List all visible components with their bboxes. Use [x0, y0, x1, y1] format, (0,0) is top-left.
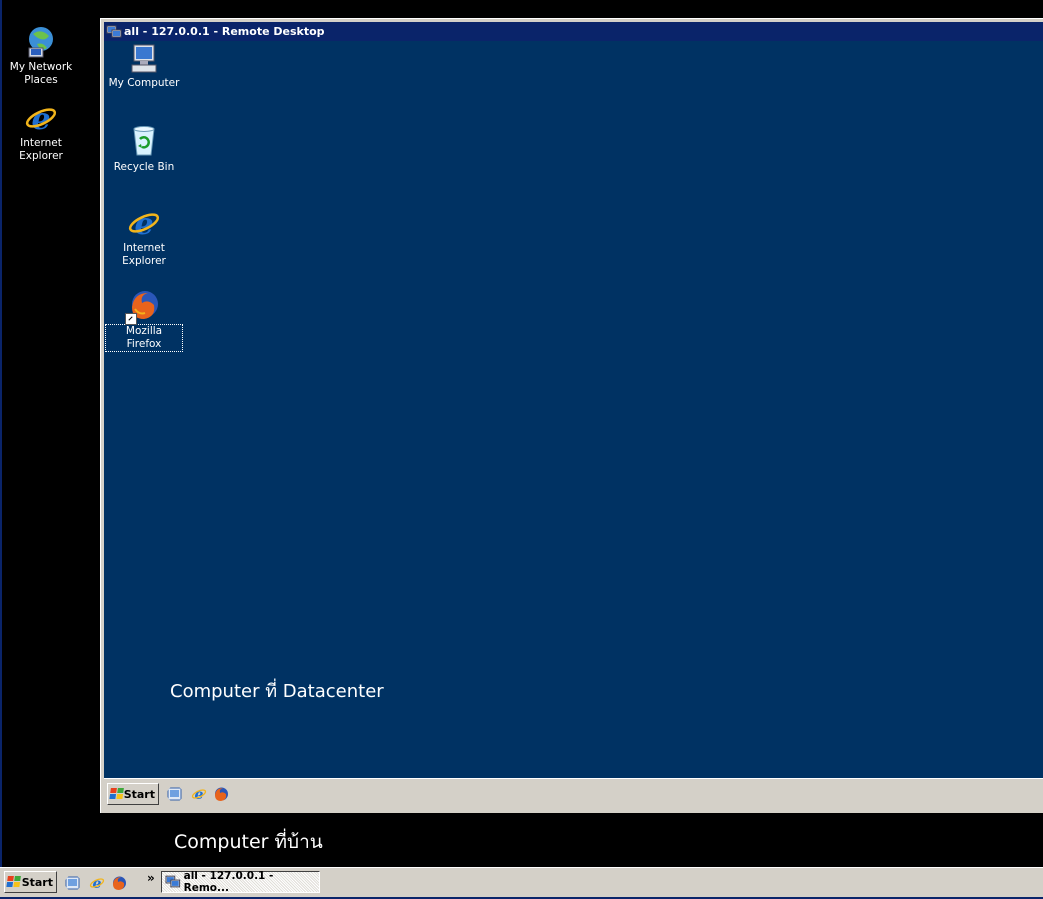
remote-desktop-screen[interactable]: My Computer Recycle Bin e Internet Explo…	[104, 41, 1043, 778]
desktop-icon-internet-explorer[interactable]: e Internet Explorer	[2, 100, 80, 163]
shortcut-arrow-icon	[125, 313, 137, 325]
show-desktop-icon[interactable]	[167, 786, 183, 802]
host-start-button[interactable]: Start	[4, 871, 57, 893]
svg-text:e: e	[93, 876, 102, 891]
show-desktop-icon[interactable]	[65, 875, 81, 891]
desktop-icon-label: My Computer	[108, 77, 180, 89]
host-taskbar: Start e » all - 127.0.0.1 - Remo...	[0, 867, 1043, 899]
start-label: Start	[21, 875, 53, 889]
remote-start-button[interactable]: Start	[107, 783, 159, 805]
windows-logo-icon	[109, 787, 124, 801]
remote-taskbar: Start e	[104, 778, 1043, 810]
firefox-icon[interactable]	[213, 786, 229, 802]
firefox-icon[interactable]	[111, 875, 127, 891]
svg-text:e: e	[195, 787, 204, 802]
taskbar-button-remote-desktop[interactable]: all - 127.0.0.1 - Remo...	[161, 870, 320, 894]
task-button-label: all - 127.0.0.1 - Remo...	[183, 870, 274, 894]
network-places-icon	[23, 24, 59, 60]
desktop-icon-my-network-places[interactable]: My Network Places	[2, 24, 80, 87]
windows-logo-icon	[6, 875, 21, 889]
screen-left-edge	[0, 0, 2, 867]
internet-explorer-icon[interactable]: e	[191, 786, 207, 802]
start-label: Start	[123, 787, 155, 801]
remote-desktop-window[interactable]: all - 127.0.0.1 - Remote Desktop My Comp…	[100, 18, 1043, 813]
quicklaunch-chevron[interactable]: »	[147, 871, 155, 885]
desktop-icon-label: My Network Places	[9, 61, 73, 86]
remote-desktop-icon	[165, 875, 181, 888]
recycle-bin-icon	[126, 123, 162, 159]
remote-caption: Computer ที่ Datacenter	[170, 681, 384, 702]
my-computer-icon	[126, 43, 162, 75]
svg-text:e: e	[31, 102, 50, 136]
desktop-icon-label: Internet Explorer	[122, 242, 166, 267]
svg-text:e: e	[134, 207, 153, 241]
internet-explorer-icon[interactable]: e	[89, 875, 105, 891]
desktop-icon-label: Recycle Bin	[113, 161, 175, 173]
internet-explorer-icon: e	[126, 205, 162, 242]
host-caption: Computer ที่บ้าน	[174, 831, 323, 853]
firefox-icon	[125, 287, 162, 325]
desktop-icon-label: Mozilla Firefox	[105, 324, 183, 352]
window-titlebar[interactable]: all - 127.0.0.1 - Remote Desktop	[104, 22, 1043, 41]
remote-icon-my-computer[interactable]: My Computer	[105, 43, 183, 90]
remote-icon-mozilla-firefox[interactable]: Mozilla Firefox	[105, 287, 183, 352]
remote-icon-internet-explorer[interactable]: e Internet Explorer	[105, 205, 183, 268]
remote-icon-recycle-bin[interactable]: Recycle Bin	[105, 123, 183, 174]
desktop-icon-label: Internet Explorer	[19, 137, 63, 162]
internet-explorer-icon: e	[23, 100, 59, 137]
window-title: all - 127.0.0.1 - Remote Desktop	[124, 25, 325, 38]
remote-desktop-icon	[106, 25, 122, 37]
